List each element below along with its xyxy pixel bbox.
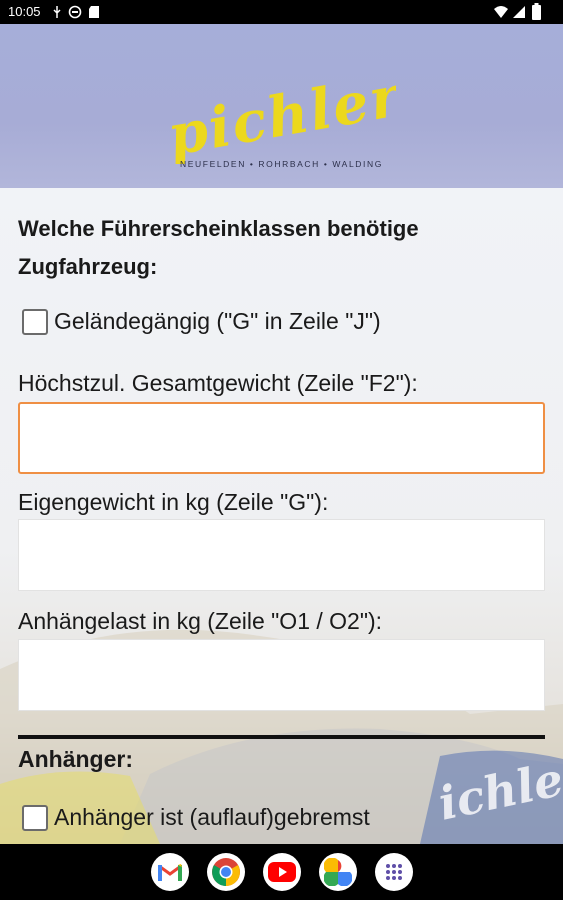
taskbar-dock: [0, 844, 563, 900]
gesamtgewicht-input[interactable]: [18, 402, 545, 474]
gelaende-row[interactable]: Geländegängig ("G" in Zeile "J"): [22, 308, 381, 335]
youtube-app-icon[interactable]: [263, 853, 301, 891]
eigengewicht-input[interactable]: [18, 519, 545, 591]
signal-icon: [513, 6, 525, 18]
photos-app-icon[interactable]: [319, 853, 357, 891]
section-divider: [18, 735, 545, 739]
pichler-logo: pichler: [164, 80, 396, 164]
gebremst-checkbox[interactable]: [22, 804, 48, 831]
pinwheel-icon: [324, 858, 352, 886]
app-drawer-icon: [386, 864, 402, 880]
eigengewicht-label: Eigengewicht in kg (Zeile "G"):: [18, 489, 329, 515]
wifi-icon: [494, 6, 508, 18]
app-drawer-button[interactable]: [375, 853, 413, 891]
status-bar: 10:05: [0, 0, 563, 24]
gelaende-checkbox[interactable]: [22, 308, 48, 335]
header-banner: pichler NEUFELDEN • ROHRBACH • WALDING: [0, 24, 563, 188]
gebremst-row[interactable]: Anhänger ist (auflauf)gebremst: [22, 804, 370, 831]
status-time: 10:05: [8, 4, 41, 19]
anhaengelast-label: Anhängelast in kg (Zeile "O1 / O2"):: [18, 608, 383, 634]
svg-text:pichler: pichler: [164, 80, 396, 164]
gebremst-label: Anhänger ist (auflauf)gebremst: [54, 804, 370, 830]
vpn-icon: [68, 5, 82, 19]
chrome-app-icon[interactable]: [207, 853, 245, 891]
gmail-icon: [158, 864, 182, 881]
chrome-icon: [212, 858, 240, 886]
gesamtgewicht-label: Höchstzul. Gesamtgewicht (Zeile "F2"):: [18, 370, 418, 396]
sd-card-icon: [89, 6, 99, 18]
banner-tagline: NEUFELDEN • ROHRBACH • WALDING: [180, 159, 383, 169]
anhaengelast-input[interactable]: [18, 639, 545, 711]
youtube-icon: [268, 862, 296, 882]
app-content: pichler NEUFELDEN • ROHRBACH • WALDING i…: [0, 24, 563, 844]
battery-icon: [532, 3, 541, 20]
usb-icon: [53, 6, 61, 18]
form-heading: Welche Führerscheinklassen benötige Zugf…: [18, 216, 419, 279]
gelaende-label: Geländegängig ("G" in Zeile "J"): [54, 308, 381, 334]
anhaenger-section-title: Anhänger:: [18, 746, 133, 772]
gmail-app-icon[interactable]: [151, 853, 189, 891]
